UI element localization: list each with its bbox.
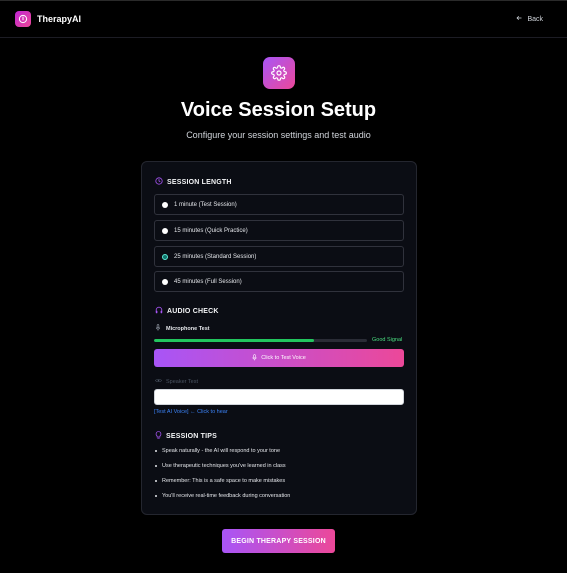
- option-label: 25 minutes (Standard Session): [174, 253, 257, 260]
- page-title: Voice Session Setup: [180, 99, 377, 121]
- session-length-heading: SESSION LENGTH: [155, 177, 232, 187]
- headphones-icon: [155, 306, 163, 316]
- arrow-left-icon: [516, 15, 522, 23]
- speaker-test-text: Speaker Test: [166, 378, 199, 385]
- bullet-icon: [155, 465, 157, 467]
- tip-item: Remember: This is a safe space to make m…: [155, 478, 285, 484]
- option-label: 45 minutes (Full Session): [174, 278, 242, 285]
- audio-check-title: AUDIO CHECK: [167, 307, 219, 315]
- begin-therapy-session-button[interactable]: BEGIN THERAPY SESSION: [222, 529, 335, 553]
- test-voice-button[interactable]: Click to Test Voice: [154, 349, 404, 367]
- option-label: 15 minutes (Quick Practice): [174, 227, 248, 234]
- microphone-level-meter: [154, 339, 367, 342]
- test-voice-label: Click to Test Voice: [261, 355, 306, 361]
- tip-item: Speak naturally - the AI will respond to…: [155, 448, 280, 454]
- microphone-icon: [252, 353, 257, 363]
- microphone-icon: [155, 324, 161, 333]
- radio-button[interactable]: [162, 227, 168, 234]
- microphone-test-text: Microphone Test: [166, 325, 210, 332]
- tip-item: Use therapeutic techniques you've learne…: [155, 463, 286, 469]
- microphone-level-fill: [154, 339, 314, 342]
- session-tips-title: SESSION TIPS: [166, 432, 218, 440]
- bullet-icon: [155, 495, 157, 497]
- session-option-45-minutes[interactable]: 45 minutes (Full Session): [154, 271, 404, 292]
- audio-check-heading: AUDIO CHECK: [155, 306, 219, 316]
- speaker-test-label: Speaker Test: [155, 378, 198, 385]
- power-circle-icon: [15, 11, 31, 27]
- tip-text: You'll receive real-time feedback during…: [162, 493, 291, 499]
- session-tips-heading: SESSION TIPS: [155, 431, 217, 441]
- back-label: Back: [527, 15, 543, 23]
- radio-button[interactable]: [162, 278, 168, 285]
- microphone-test-label: Microphone Test: [155, 324, 210, 333]
- back-button[interactable]: Back: [516, 15, 543, 23]
- top-bar: TherapyAI Back: [0, 0, 567, 38]
- session-option-1-minute[interactable]: 1 minute (Test Session): [154, 194, 404, 215]
- lightbulb-icon: [155, 431, 162, 441]
- test-ai-voice-link[interactable]: [Test AI Voice] ← Click to hear: [154, 409, 228, 415]
- tip-text: Remember: This is a safe space to make m…: [162, 478, 286, 484]
- eye-icon: [155, 378, 162, 385]
- settings-card: SESSION LENGTH 1 minute (Test Session) 1…: [141, 161, 417, 515]
- brand[interactable]: TherapyAI: [15, 11, 81, 27]
- radio-button[interactable]: [162, 201, 168, 208]
- radio-button-selected[interactable]: [162, 253, 168, 260]
- tip-text: Speak naturally - the AI will respond to…: [162, 448, 281, 454]
- tip-text: Use therapeutic techniques you've learne…: [162, 463, 286, 469]
- bullet-icon: [155, 450, 157, 452]
- session-length-title: SESSION LENGTH: [167, 178, 232, 186]
- session-option-25-minutes[interactable]: 25 minutes (Standard Session): [154, 246, 404, 267]
- option-label: 1 minute (Test Session): [174, 201, 237, 208]
- tip-item: You'll receive real-time feedback during…: [155, 493, 290, 499]
- signal-status: Good Signal: [372, 337, 403, 343]
- bullet-icon: [155, 480, 157, 482]
- session-option-15-minutes[interactable]: 15 minutes (Quick Practice): [154, 220, 404, 241]
- page-subtitle: Configure your session settings and test…: [186, 130, 371, 140]
- speaker-test-player[interactable]: [154, 389, 404, 405]
- brand-name: TherapyAI: [37, 14, 82, 24]
- clock-icon: [155, 177, 163, 187]
- gear-icon: [263, 57, 295, 89]
